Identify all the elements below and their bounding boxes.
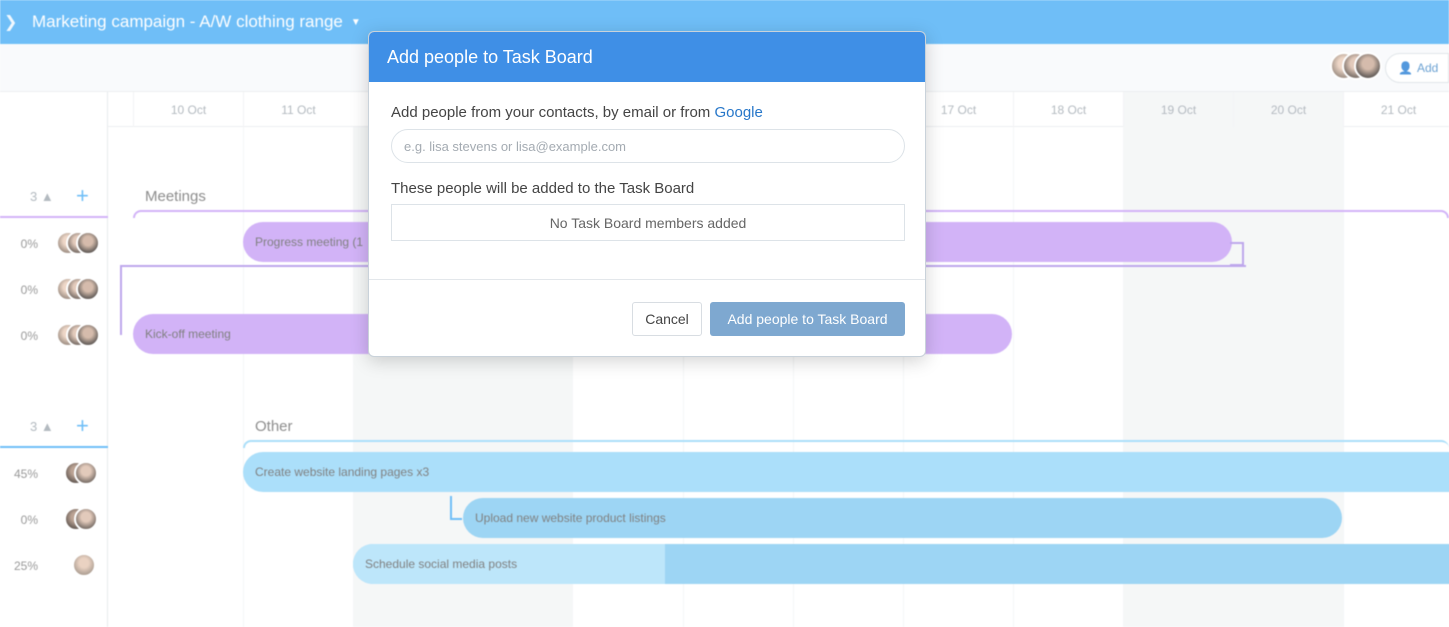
contacts-label: Add people from your contacts, by email … xyxy=(391,104,903,121)
members-label: These people will be added to the Task B… xyxy=(391,180,695,197)
add-people-dialog: Add people to Task Board Add people from… xyxy=(368,31,926,357)
dialog-footer: Cancel Add people to Task Board xyxy=(369,279,925,356)
dialog-header: Add people to Task Board xyxy=(369,32,925,82)
members-empty-text: No Task Board members added xyxy=(549,214,747,231)
cancel-button[interactable]: Cancel xyxy=(632,302,702,336)
google-link[interactable]: Google xyxy=(714,104,762,121)
people-search-input[interactable] xyxy=(391,129,905,163)
contacts-label-text: Add people from your contacts, by email … xyxy=(391,104,711,121)
dialog-title: Add people to Task Board xyxy=(387,46,593,67)
add-people-submit-button[interactable]: Add people to Task Board xyxy=(710,302,905,336)
dialog-body: Add people from your contacts, by email … xyxy=(369,82,925,241)
members-list: No Task Board members added xyxy=(391,204,905,241)
